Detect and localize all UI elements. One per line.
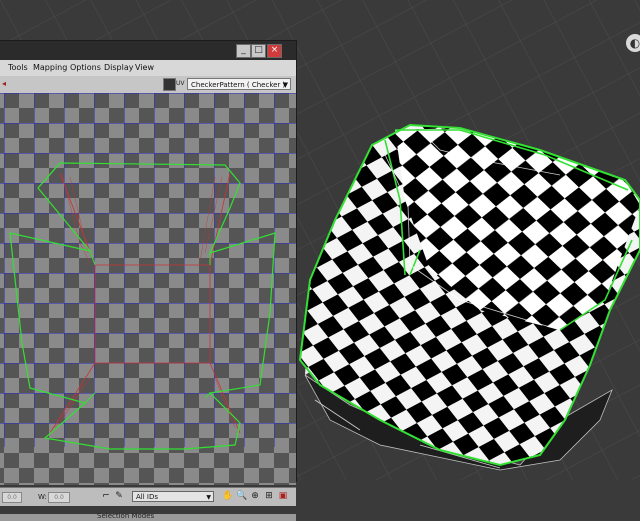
- edit-uvws-window: _ □ × Tools Mapping Options Display View…: [0, 40, 297, 521]
- menu-tools[interactable]: Tools: [8, 63, 28, 72]
- texture-select[interactable]: CheckerPattern ( Checker ) ▼: [187, 78, 291, 90]
- pan-hand-icon[interactable]: ✋: [222, 491, 233, 502]
- checker-texture-icon[interactable]: [163, 78, 176, 91]
- menu-mapping[interactable]: Mapping: [33, 63, 67, 72]
- material-id-select-value: All IDs: [136, 493, 159, 501]
- uv-bottom-toolbar: 0.0 W: 0.0 ⌐ ✎ All IDs ▼ ✋ 🔍 ⊕ ⊞ ▣: [0, 487, 296, 506]
- uv-toolbar: ◂ UV CheckerPattern ( Checker ) ▼: [0, 76, 296, 94]
- navigation-wheel-icon[interactable]: ◐: [626, 34, 640, 52]
- u-value-field[interactable]: 0.0: [2, 492, 22, 503]
- grid-snap-icon[interactable]: ▣: [278, 491, 288, 502]
- uv-editor-canvas[interactable]: [0, 93, 296, 485]
- window-titlebar[interactable]: _ □ ×: [0, 41, 296, 60]
- uv-label: UV: [176, 80, 185, 87]
- minimize-button[interactable]: _: [236, 44, 251, 58]
- w-label: W:: [38, 493, 47, 501]
- menu-bar: Tools Mapping Options Display View: [0, 60, 296, 76]
- menu-display[interactable]: Display: [104, 63, 134, 72]
- menu-options[interactable]: Options: [70, 63, 101, 72]
- maximize-button[interactable]: □: [251, 44, 266, 58]
- zoom-extents-icon[interactable]: ⊞: [264, 491, 274, 502]
- w-value-field[interactable]: 0.0: [48, 492, 70, 503]
- selection-modes-label: Selection Modes: [97, 512, 155, 520]
- close-button[interactable]: ×: [267, 44, 282, 58]
- freeform-icon[interactable]: ⌐: [101, 491, 111, 502]
- red-arrow-icon[interactable]: ◂: [2, 79, 6, 88]
- chevron-down-icon: ▼: [282, 81, 288, 89]
- zoom-region-icon[interactable]: ⊕: [250, 491, 260, 502]
- chevron-down-icon: ▼: [206, 494, 211, 501]
- pick-icon[interactable]: ✎: [114, 491, 124, 502]
- material-id-select[interactable]: All IDs ▼: [132, 491, 214, 502]
- zoom-icon[interactable]: 🔍: [236, 491, 247, 502]
- menu-view[interactable]: View: [135, 63, 154, 72]
- texture-select-value: CheckerPattern ( Checker ): [191, 81, 286, 89]
- selection-modes-bar: Selection Modes: [0, 512, 296, 521]
